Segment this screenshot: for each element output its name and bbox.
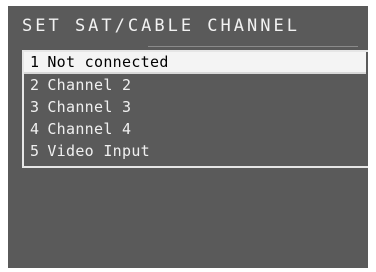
menu-item-label: Channel 2 bbox=[47, 76, 132, 94]
screen-title: SET SAT/CABLE CHANNEL bbox=[22, 16, 300, 36]
menu-item-video-input[interactable]: 5 Video Input bbox=[24, 140, 368, 162]
menu-item-number: 2 bbox=[30, 76, 40, 94]
menu-item-number: 5 bbox=[30, 142, 40, 160]
menu-item-channel-4[interactable]: 4 Channel 4 bbox=[24, 118, 368, 140]
menu-item-label: Not connected bbox=[47, 53, 169, 71]
menu-item-channel-3[interactable]: 3 Channel 3 bbox=[24, 96, 368, 118]
menu-item-label: Channel 4 bbox=[47, 120, 132, 138]
menu-item-label: Channel 3 bbox=[47, 98, 132, 116]
title-divider bbox=[148, 46, 358, 47]
menu-item-number: 1 bbox=[30, 53, 40, 71]
channel-menu: 1 Not connected 2 Channel 2 3 Channel 3 4 Ch… bbox=[22, 50, 368, 168]
menu-item-label: Video Input bbox=[47, 142, 150, 160]
menu-item-channel-2[interactable]: 2 Channel 2 bbox=[24, 74, 368, 96]
menu-item-not-connected[interactable]: 1 Not connected bbox=[24, 52, 366, 74]
menu-item-number: 4 bbox=[30, 120, 40, 138]
menu-item-number: 3 bbox=[30, 98, 40, 116]
tv-osd-screen: SET SAT/CABLE CHANNEL 1 Not connected 2 Ch… bbox=[8, 6, 368, 268]
